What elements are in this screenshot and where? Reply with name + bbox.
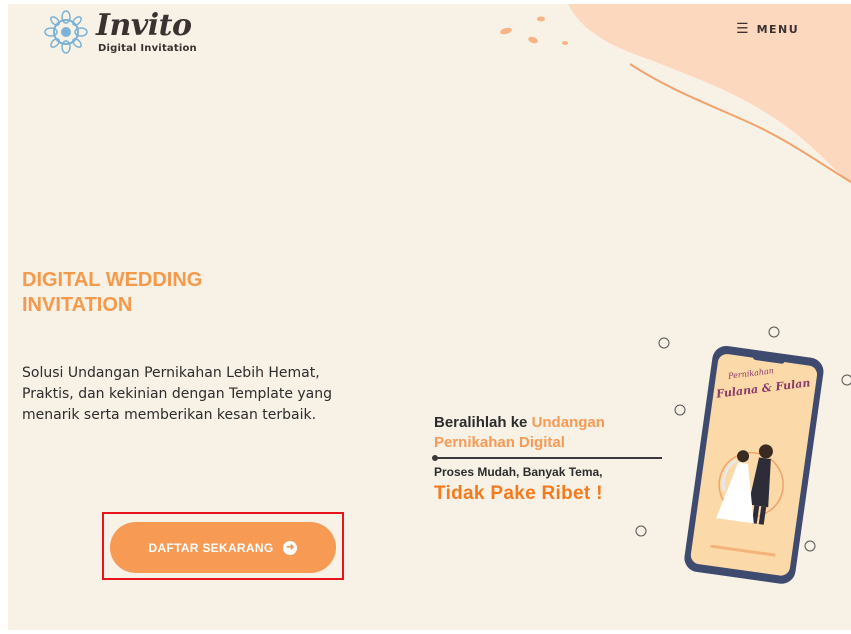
menu-button[interactable]: ☰ MENU (736, 21, 799, 37)
cta-label: DAFTAR SEKARANG (148, 540, 274, 555)
hero-description: Solusi Undangan Pernikahan Lebih Hemat, … (22, 365, 333, 423)
daftar-sekarang-button[interactable]: DAFTAR SEKARANG ➜ (110, 522, 336, 573)
arrow-circle-right-icon: ➜ (283, 540, 298, 555)
menu-label: MENU (756, 22, 800, 36)
promo-tagline: Tidak Pake Ribet ! (434, 483, 603, 504)
promo-divider (432, 455, 662, 461)
promo-headline: Beralihlah ke Undangan (434, 414, 605, 431)
landing-page: Invito Digital Invitation ☰ MENU DIGITAL… (8, 4, 851, 630)
hero-title: DIGITAL WEDDING INVITATION (22, 269, 203, 316)
hamburger-icon: ☰ (736, 21, 749, 37)
logo-wordmark: Invito (96, 8, 192, 43)
lotus-logo-icon (44, 10, 88, 54)
promo-headline-line2: Pernikahan Digital (434, 434, 565, 451)
promo-subtext: Proses Mudah, Banyak Tema, (434, 465, 603, 479)
site-header: Invito Digital Invitation ☰ MENU (8, 4, 851, 66)
logo-tagline: Digital Invitation (98, 43, 197, 54)
site-logo[interactable]: Invito Digital Invitation (44, 8, 197, 58)
promo-headline-prefix: Beralihlah ke (434, 414, 528, 431)
promo-headline-highlight: Undangan (531, 414, 605, 431)
